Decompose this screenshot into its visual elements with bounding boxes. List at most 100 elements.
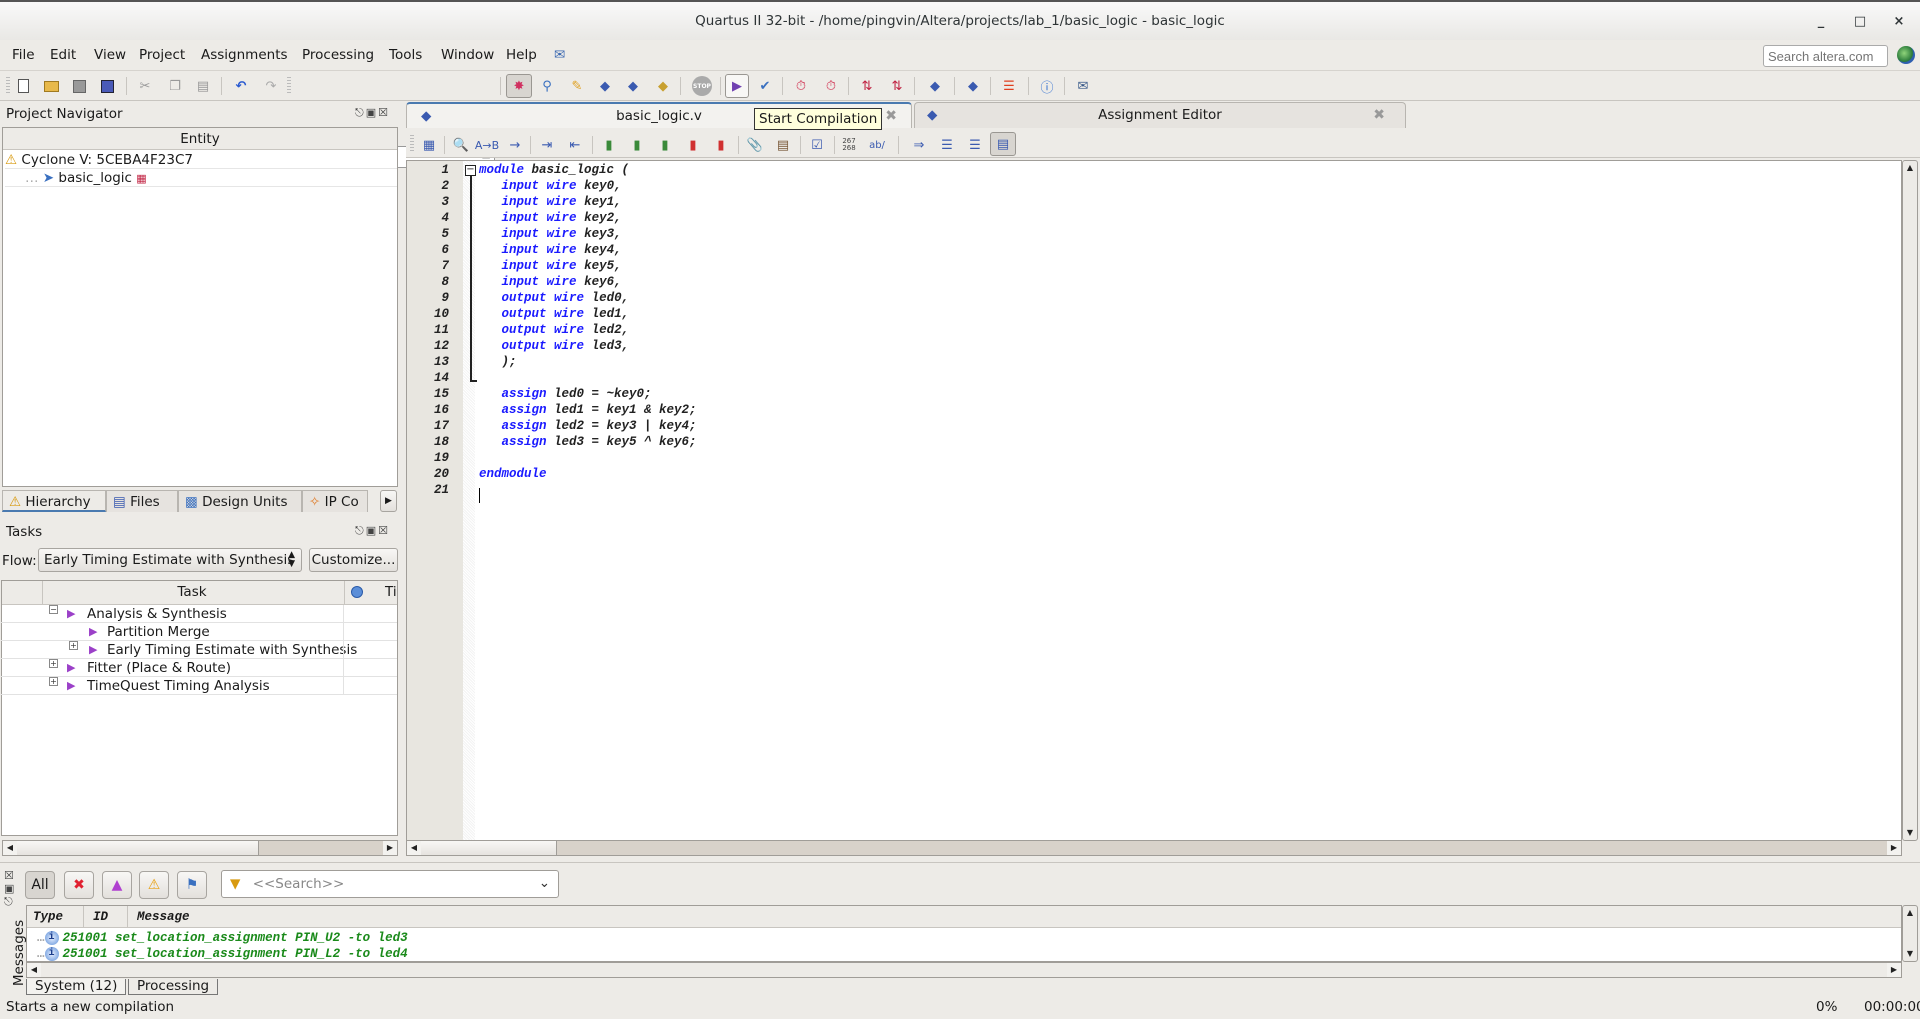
code-line[interactable]: output wire led2, [479,323,630,337]
close-tab-icon[interactable]: ✖ [885,104,897,128]
ip-catalog-icon[interactable]: ◆ [964,77,982,95]
code-line[interactable]: assign led1 = key1 & key2; [479,403,697,417]
flow-select[interactable]: Early Timing Estimate with Synthesis ▲ ▼ [38,548,302,572]
save-all-icon[interactable] [98,77,116,95]
task-row[interactable]: − ▶ Analysis & Synthesis [1,605,397,623]
messages-dock-buttons[interactable]: ☒ ▣ ⎋ [4,869,18,908]
code-line[interactable]: output wire led0, [479,291,630,305]
play-icon[interactable]: ▶ [89,623,97,641]
stop-icon[interactable]: STOP [692,76,712,96]
filter-errors-button[interactable]: ✖ [64,871,94,899]
menu-assignments[interactable]: Assignments [201,47,288,63]
rtl-viewer-icon[interactable]: ⇅ [858,77,876,95]
menu-view[interactable]: View [94,47,126,63]
next-bookmark-icon[interactable]: ▮ [628,136,646,154]
unindent-icon[interactable]: ⇤ [566,136,584,154]
close-tab-icon[interactable]: ✖ [1373,103,1385,127]
chevron-down-icon[interactable]: ⌄ [539,875,550,891]
analysis-elaboration-icon[interactable]: ✔ [756,77,774,95]
pin-planner-icon[interactable]: ⚲ [538,77,556,95]
redo-icon[interactable]: ↷ [262,77,280,95]
fold-toggle-icon[interactable]: − [465,165,476,176]
column-message[interactable]: Message [137,906,190,928]
close-window-button[interactable]: × [1889,12,1909,32]
design-hierarchy-icon[interactable]: ☰ [1000,77,1018,95]
message-row[interactable]: … i 251001 set_location_assignment PIN_L2 … [37,946,408,962]
menu-tools[interactable]: Tools [389,47,422,63]
tasks-dock-buttons[interactable]: ⎋▣☒ [355,524,390,538]
tab-system-messages[interactable]: System (12) [26,979,127,995]
code-editor[interactable]: 1 2 3 4 5 6 7 8 9 10 11 12 13 14 15 16 17 18 19 20 21 − modu… [406,160,1902,841]
time-column-header[interactable]: Ti [385,584,397,600]
help-icon[interactable]: ⓘ [1038,77,1056,96]
uncomment-icon[interactable]: ☰ [966,136,984,154]
assignment-editor-icon[interactable]: ◆ [596,77,614,95]
code-line[interactable]: input wire key3, [479,227,622,241]
expand-icon[interactable]: + [49,659,58,668]
paste-icon[interactable]: ▤ [194,77,212,95]
code-line[interactable]: endmodule [479,467,547,481]
task-row[interactable]: + ▶ Fitter (Place & Route) [1,659,397,677]
filter-all-button[interactable]: All [25,871,55,899]
message-search-combo[interactable]: ▼ <<Search>> ⌄ [221,870,559,898]
column-type[interactable]: Type [33,906,63,928]
play-icon[interactable]: ▶ [67,677,75,695]
expand-icon[interactable]: + [49,677,58,686]
show-whitespace-icon[interactable]: ⇒ [910,136,928,154]
line-numbers-icon[interactable]: 267 268 [840,136,858,154]
find-replace-icon[interactable]: A→B [475,136,499,154]
task-column-header[interactable]: Task [42,584,342,600]
chip-planner-icon[interactable]: ✸ [506,74,532,98]
insert-template-icon[interactable]: ▦ [420,136,438,154]
code-line[interactable]: input wire key1, [479,195,622,209]
pencil-icon[interactable]: ✎ [568,77,586,95]
entity-column-header[interactable]: Entity [3,128,397,150]
menu-help[interactable]: Help [506,47,537,63]
code-line[interactable]: input wire key2, [479,211,622,225]
play-icon[interactable]: ▶ [67,659,75,677]
code-line[interactable]: input wire key6, [479,275,622,289]
tab-hierarchy[interactable]: ⚠ Hierarchy [2,490,106,512]
device-row[interactable]: ⚠ Cyclone V: 5CEBA4F23C7 [5,151,397,169]
save-icon[interactable] [70,77,88,95]
column-id[interactable]: ID [93,906,108,928]
code-line[interactable]: input wire key0, [479,179,622,193]
menu-processing[interactable]: Processing [302,47,374,63]
toggle-layout-icon[interactable]: ▤ [990,132,1016,156]
cut-icon[interactable]: ✂ [136,77,154,95]
message-row[interactable]: … i 251001 set_location_assignment PIN_U2 … [37,930,408,946]
timequest-icon[interactable]: ⏱ [822,77,840,95]
customize-button[interactable]: Customize... [309,548,398,572]
menu-edit[interactable]: Edit [50,47,76,63]
filter-warnings-button[interactable]: ⚠ [139,871,169,899]
menu-window[interactable]: Window [441,47,494,63]
expand-icon[interactable]: + [69,641,78,650]
feedback-icon[interactable]: ✉ [554,47,565,63]
new-file-icon[interactable] [14,77,32,95]
maximize-button[interactable]: □ [1850,12,1870,32]
project-navigator-dock-buttons[interactable]: ⎋▣☒ [355,106,390,120]
feedback-toolbar-icon[interactable]: ✉ [1074,77,1092,95]
code-line[interactable]: assign led3 = key5 ^ key6; [479,435,697,449]
menu-file[interactable]: File [12,47,35,63]
delete-bookmark-icon[interactable]: ▮ [684,136,702,154]
entity-row[interactable]: … ➤ basic_logic ▦ [5,169,397,187]
editor-horizontal-scrollbar[interactable]: ◀ ▶ [406,840,1902,856]
filter-critical-warnings-button[interactable]: ▲ [102,871,132,899]
play-icon[interactable]: ▶ [67,605,75,623]
search-altera-input[interactable] [1763,45,1888,67]
tasks-horizontal-scrollbar[interactable]: ◀ ▶ [2,840,398,856]
messages-horizontal-scrollbar[interactable]: ◀ ▶ [26,962,1902,978]
start-compilation-button[interactable]: ▶ [725,74,749,98]
undo-icon[interactable]: ↶ [232,77,250,95]
task-row[interactable]: + ▶ TimeQuest Timing Analysis [1,677,397,695]
tab-ip-components[interactable]: ✧ IP Co [302,490,368,512]
delete-all-bookmarks-icon[interactable]: ▮ [712,136,730,154]
tab-design-units[interactable]: ▩ Design Units [178,490,302,512]
task-row[interactable]: ▶ Partition Merge [1,623,397,641]
menu-project[interactable]: Project [139,47,185,63]
tab-processing-messages[interactable]: Processing [128,979,219,995]
comment-icon[interactable]: ☰ [938,136,956,154]
globe-icon[interactable] [1897,46,1915,64]
bookmark-icon[interactable]: ▮ [600,136,618,154]
